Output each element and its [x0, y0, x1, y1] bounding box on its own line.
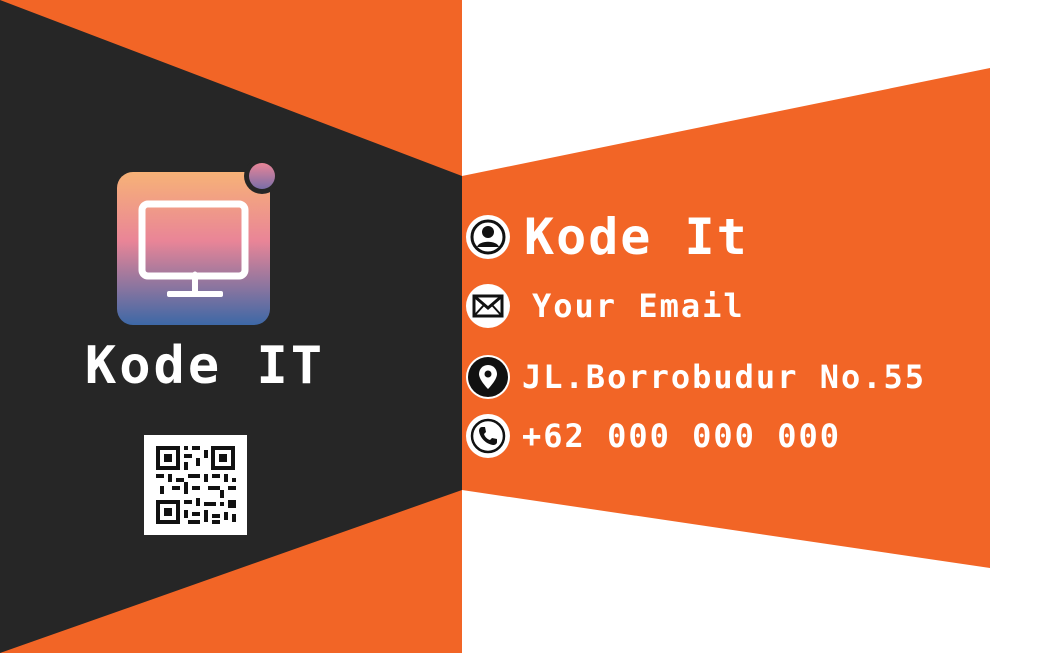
phone-icon	[466, 414, 510, 458]
monitor-app-icon	[117, 158, 280, 325]
email-text: Your Email	[532, 287, 745, 325]
app-logo	[117, 158, 280, 330]
address-text: JL.Borrobudur No.55	[522, 358, 927, 396]
name-row: Kode It	[466, 208, 749, 266]
address-row: JL.Borrobudur No.55	[466, 355, 926, 399]
email-row: Your Email	[466, 284, 745, 328]
location-pin-icon	[466, 355, 510, 399]
phone-row: +62 000 000 000	[466, 414, 841, 458]
person-icon	[466, 215, 510, 259]
company-name: Kode It	[524, 208, 749, 266]
business-card: Kode IT Kode It Your Email JL.Borrobudur…	[0, 0, 1064, 653]
phone-text: +62 000 000 000	[522, 417, 841, 455]
brand-name: Kode IT	[84, 336, 326, 396]
envelope-icon	[466, 284, 510, 328]
qr-code	[144, 435, 247, 535]
